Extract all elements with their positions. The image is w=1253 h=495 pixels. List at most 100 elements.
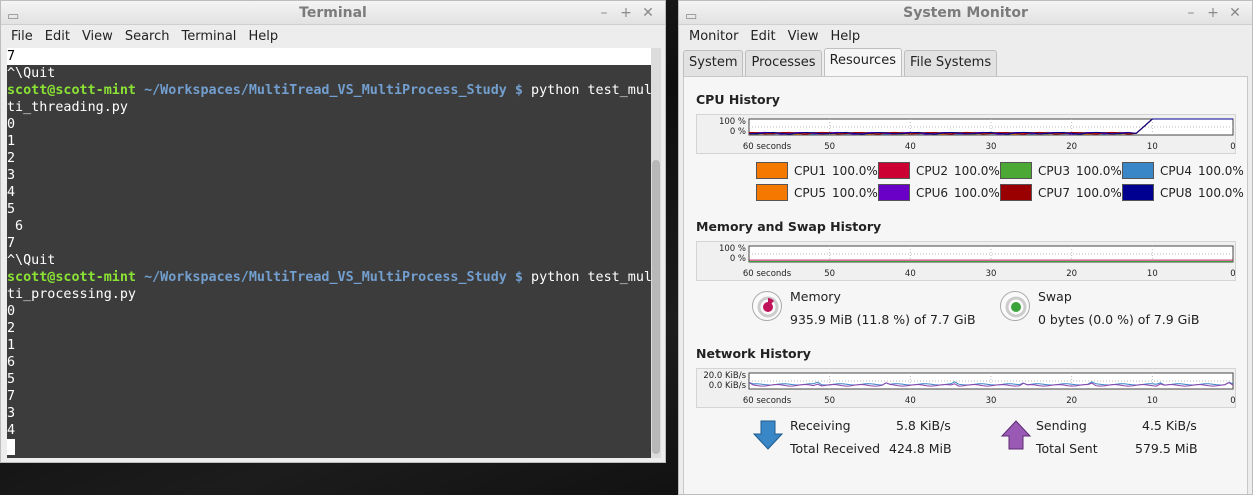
menu-file[interactable]: File	[5, 29, 39, 44]
network-history-graph: 20.0 KiB/s 0.0 KiB/s 60 seconds 50 40 30 20 10 0	[696, 368, 1236, 408]
x-tick-label: 0	[1230, 142, 1235, 152]
total-sent-value: 579.5 MiB	[1135, 441, 1198, 456]
maximize-icon[interactable]: +	[615, 1, 637, 25]
window-menu-icon[interactable]: ▭	[685, 5, 697, 29]
menu-search[interactable]: Search	[119, 29, 176, 44]
menu-help[interactable]: Help	[242, 29, 284, 44]
cpu-legend-item[interactable]: CPU5 100.0%	[756, 184, 878, 201]
total-sent-label: Total Sent	[1036, 441, 1098, 456]
prompt-path: ~/Workspaces/MultiTread_VS_MultiProcess_…	[144, 270, 507, 285]
terminal-line: 5	[7, 372, 16, 387]
tab-system[interactable]: System	[683, 50, 744, 76]
terminal-line: 3	[7, 406, 16, 421]
color-swatch[interactable]	[756, 184, 788, 201]
cpu-value: 100.0%	[1198, 163, 1244, 178]
menu-help[interactable]: Help	[824, 29, 866, 44]
tab-resources[interactable]: Resources	[823, 48, 902, 76]
close-icon[interactable]: ✕	[637, 1, 659, 25]
terminal-output[interactable]: 7 ^\Quit scott@scott-mint ~/Workspaces/Mul…	[7, 48, 651, 458]
cpu-legend-item[interactable]: CPU3 100.0%	[1000, 162, 1122, 179]
close-icon[interactable]: ✕	[1224, 1, 1246, 25]
cpu-legend-item[interactable]: CPU4 100.0%	[1122, 162, 1244, 179]
terminal-titlebar[interactable]: ▭ Terminal – + ✕	[1, 1, 665, 25]
terminal-line: 0	[7, 117, 16, 132]
y-tick-label: 0 %	[730, 127, 746, 137]
cpu-name: CPU1	[794, 163, 827, 178]
sending-value: 4.5 KiB/s	[1142, 418, 1197, 433]
x-tick-label: 60 seconds	[743, 396, 792, 406]
color-swatch[interactable]	[1122, 162, 1154, 179]
x-tick-label: 20	[1066, 142, 1077, 152]
y-tick-label: 0 %	[730, 254, 746, 264]
terminal-line: 1	[7, 338, 16, 353]
cpu-name: CPU2	[916, 163, 949, 178]
terminal-cursor-line	[7, 439, 651, 456]
color-swatch[interactable]	[878, 184, 910, 201]
memory-value: 935.9 MiB (11.8 %) of 7.7 GiB	[790, 312, 976, 327]
terminal-cursor[interactable]	[7, 439, 15, 455]
cpu-legend-item[interactable]: CPU6 100.0%	[878, 184, 1000, 201]
minimize-icon[interactable]: –	[593, 1, 615, 25]
window-title: System Monitor	[903, 5, 1028, 21]
terminal-line: 6	[7, 355, 16, 370]
prompt-user: scott@scott-mint	[7, 270, 136, 285]
swap-pie-icon[interactable]	[1000, 291, 1030, 321]
prompt-symbol: $	[514, 83, 523, 98]
x-tick-label: 60 seconds	[743, 142, 792, 152]
x-tick-label: 50	[824, 142, 835, 152]
color-swatch[interactable]	[1000, 184, 1032, 201]
terminal-line: 2	[7, 321, 16, 336]
receiving-label: Receiving	[790, 418, 851, 433]
terminal-line: ti_processing.py	[7, 287, 136, 302]
terminal-line: 1	[7, 134, 16, 149]
system-monitor-window[interactable]: ▭ System Monitor – + ✕ Monitor Edit View H…	[678, 0, 1253, 495]
menu-monitor[interactable]: Monitor	[683, 29, 744, 44]
tab-processes[interactable]: Processes	[745, 50, 822, 76]
color-swatch[interactable]	[756, 162, 788, 179]
cpu-legend-item[interactable]: CPU7 100.0%	[1000, 184, 1122, 201]
terminal-window[interactable]: ▭ Terminal – + ✕ File Edit View Search Ter…	[0, 0, 666, 463]
y-tick-label: 100 %	[719, 244, 746, 254]
cpu-name: CPU8	[1160, 185, 1193, 200]
total-received-value: 424.8 MiB	[889, 441, 952, 456]
cpu-name: CPU3	[1038, 163, 1071, 178]
menu-terminal[interactable]: Terminal	[175, 29, 242, 44]
cpu-legend-item[interactable]: CPU2 100.0%	[878, 162, 1000, 179]
cpu-value: 100.0%	[832, 185, 878, 200]
prompt-user: scott@scott-mint	[7, 83, 136, 98]
menu-view[interactable]: View	[76, 29, 119, 44]
scrollbar-thumb[interactable]	[652, 160, 660, 454]
menu-view[interactable]: View	[782, 29, 825, 44]
color-swatch[interactable]	[1000, 162, 1032, 179]
x-tick-label: 10	[1147, 396, 1158, 406]
cpu-name: CPU7	[1038, 185, 1071, 200]
window-menu-icon[interactable]: ▭	[7, 5, 19, 29]
color-swatch[interactable]	[1122, 184, 1154, 201]
color-swatch[interactable]	[878, 162, 910, 179]
network-history-title: Network History	[696, 346, 811, 361]
cpu-value: 100.0%	[1198, 185, 1244, 200]
terminal-line: 7	[7, 236, 16, 251]
menu-edit[interactable]: Edit	[744, 29, 781, 44]
terminal-scrollbar[interactable]	[651, 48, 661, 458]
receiving-arrow-icon[interactable]	[752, 419, 784, 451]
cpu-history-title: CPU History	[696, 92, 780, 107]
terminal-line: 2	[7, 151, 16, 166]
memory-pie-icon[interactable]	[752, 291, 782, 321]
x-tick-label: 10	[1147, 269, 1158, 279]
maximize-icon[interactable]: +	[1202, 1, 1224, 25]
swap-value: 0 bytes (0.0 %) of 7.9 GiB	[1038, 312, 1200, 327]
minimize-icon[interactable]: –	[1180, 1, 1202, 25]
menu-edit[interactable]: Edit	[39, 29, 76, 44]
cpu-value: 100.0%	[954, 185, 1000, 200]
terminal-line: 4	[7, 185, 16, 200]
tab-file-systems[interactable]: File Systems	[903, 50, 998, 76]
sending-arrow-icon[interactable]	[1000, 419, 1032, 451]
cpu-value: 100.0%	[954, 163, 1000, 178]
x-tick-label: 20	[1066, 396, 1077, 406]
cpu-name: CPU6	[916, 185, 949, 200]
sysmon-titlebar[interactable]: ▭ System Monitor – + ✕	[679, 1, 1252, 25]
cpu-legend-item[interactable]: CPU1 100.0%	[756, 162, 878, 179]
terminal-prompt-line: scott@scott-mint ~/Workspaces/MultiTread…	[7, 269, 651, 286]
cpu-legend-item[interactable]: CPU8 100.0%	[1122, 184, 1244, 201]
